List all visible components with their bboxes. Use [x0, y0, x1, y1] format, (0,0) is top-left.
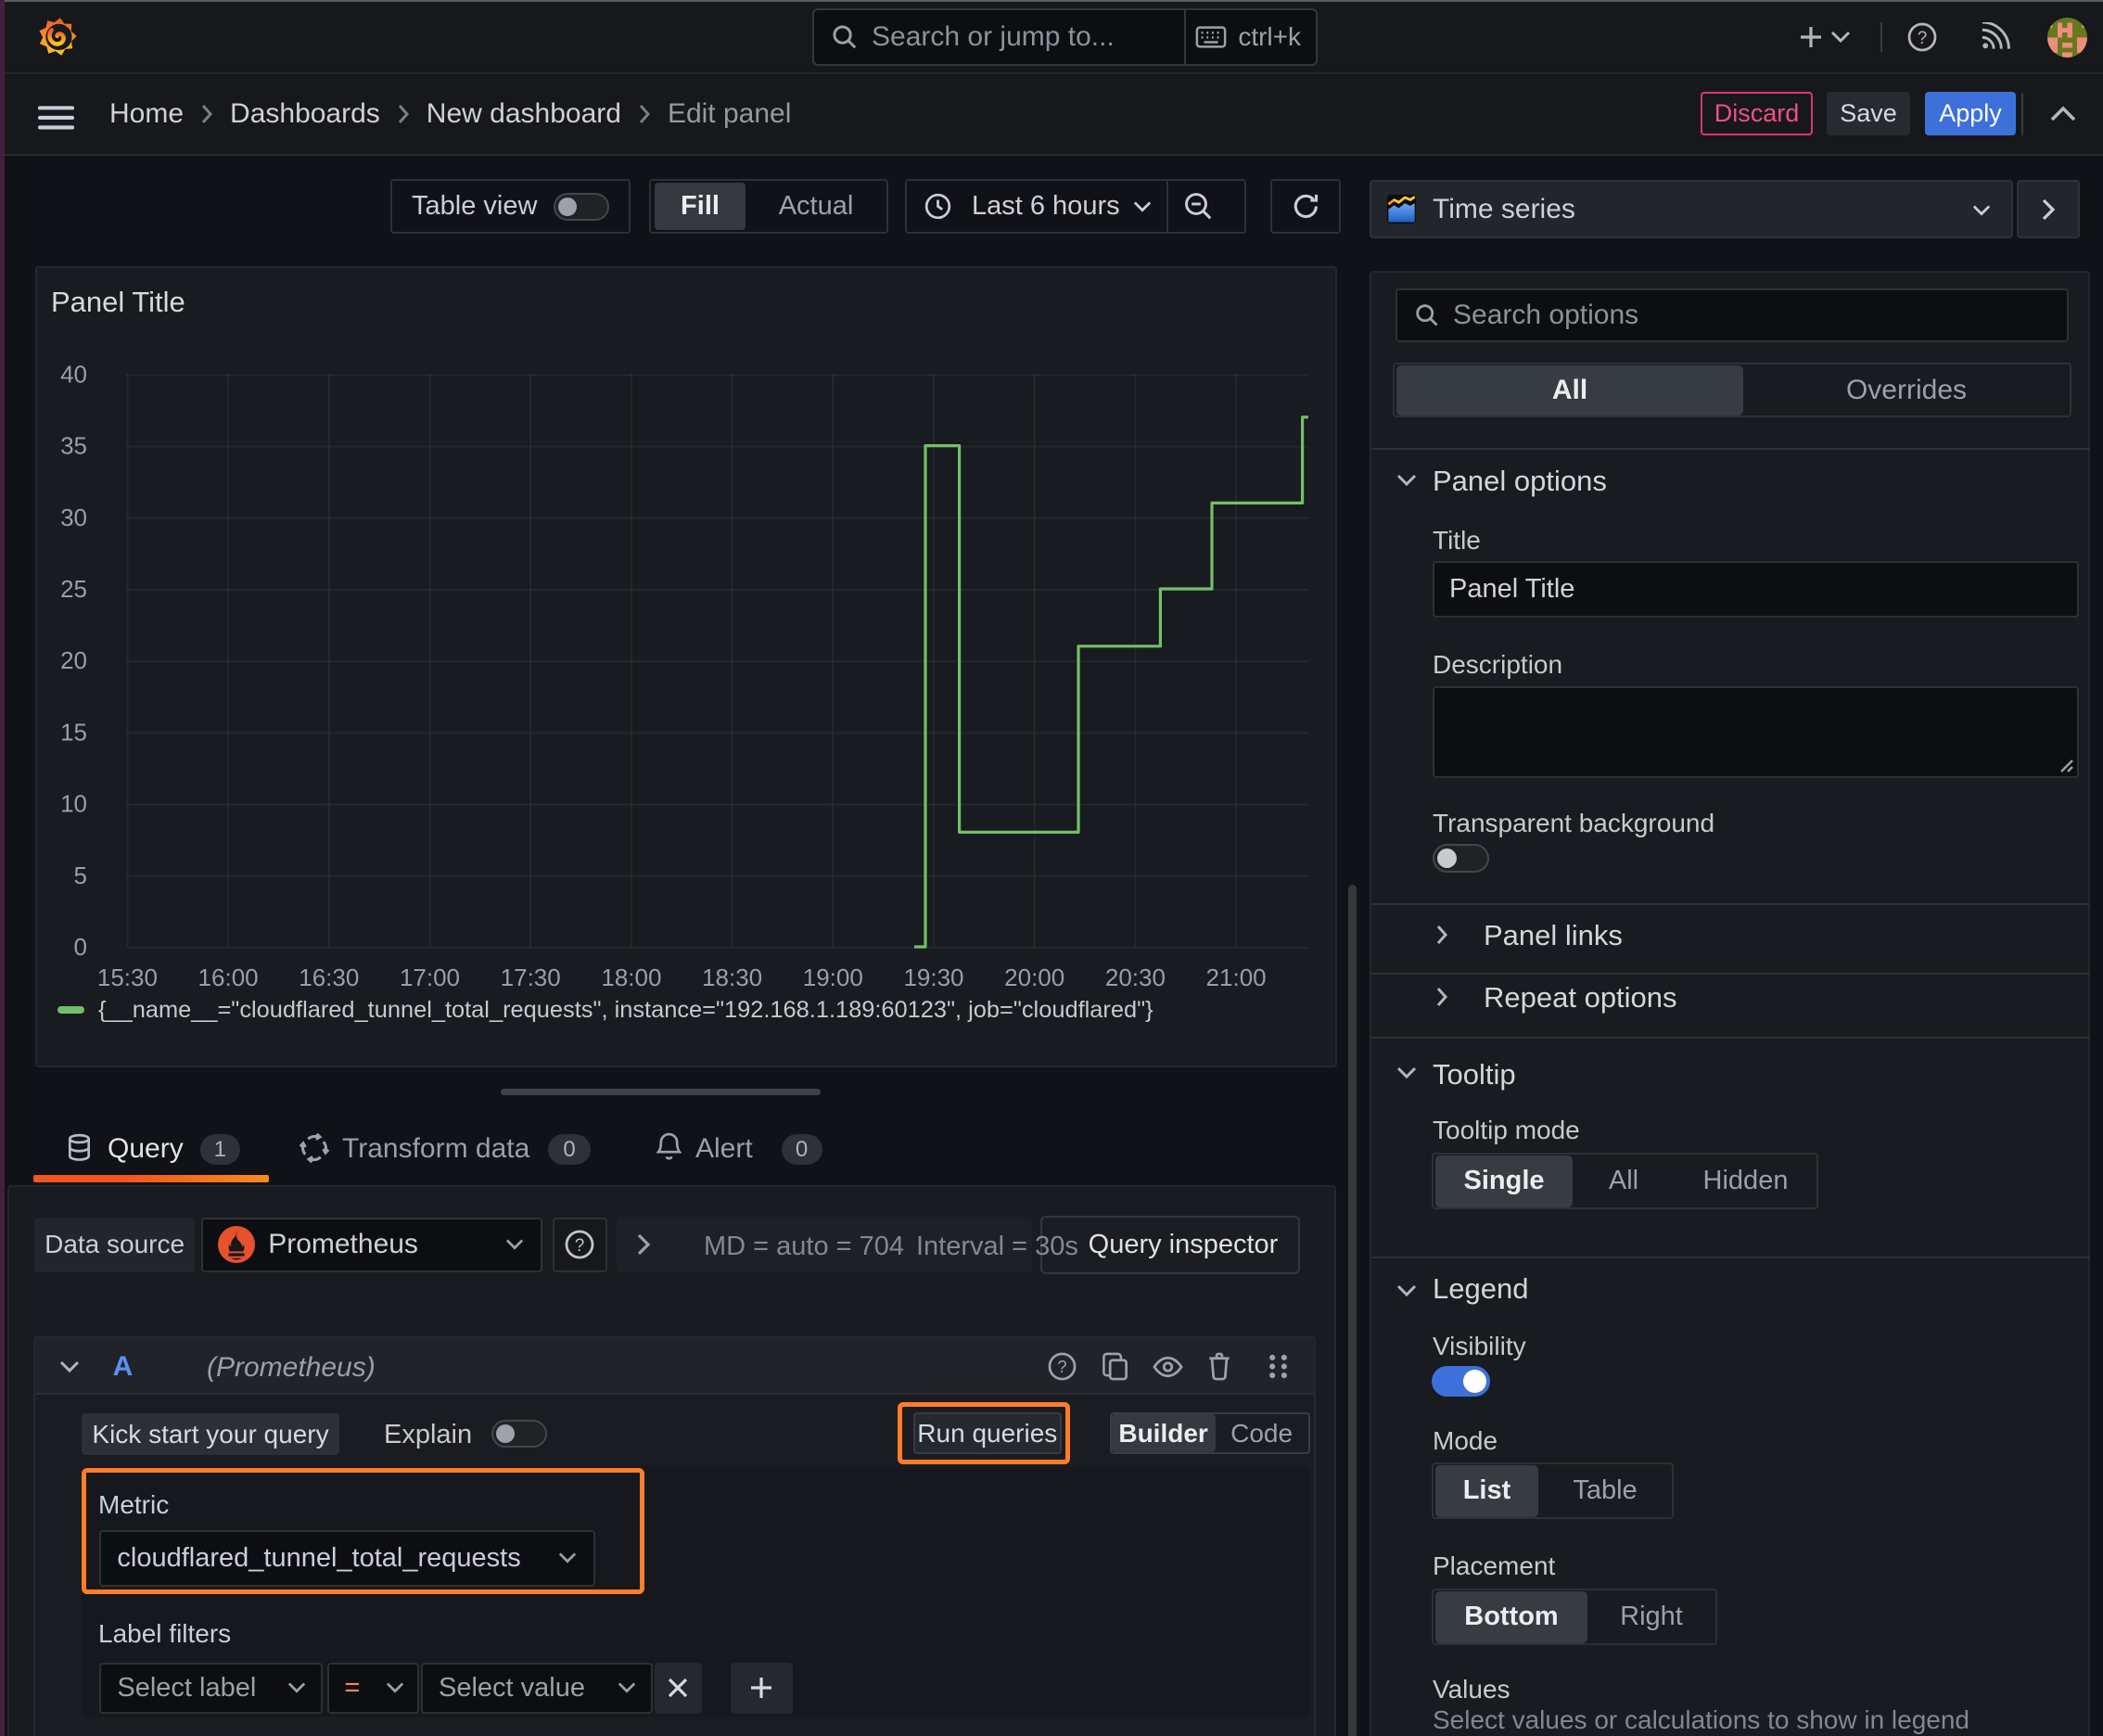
svg-text:15:30: 15:30: [97, 964, 158, 991]
svg-text:30: 30: [60, 504, 87, 531]
svg-text:5: 5: [74, 862, 87, 889]
svg-text:40: 40: [60, 360, 87, 388]
svg-text:17:00: 17:00: [400, 964, 460, 991]
svg-text:15: 15: [60, 718, 87, 746]
svg-text:20:30: 20:30: [1105, 964, 1166, 991]
svg-text:16:00: 16:00: [198, 964, 259, 991]
svg-text:?: ?: [1918, 29, 1928, 48]
svg-text:21:00: 21:00: [1206, 964, 1267, 991]
svg-text:20:00: 20:00: [1004, 964, 1064, 991]
svg-text:35: 35: [60, 432, 87, 460]
svg-text:19:30: 19:30: [903, 964, 963, 991]
svg-text:25: 25: [60, 575, 87, 603]
svg-text:19:00: 19:00: [803, 964, 863, 991]
svg-text:16:30: 16:30: [299, 964, 359, 991]
svg-text:17:30: 17:30: [501, 964, 561, 991]
svg-text:10: 10: [60, 790, 87, 818]
svg-text:18:30: 18:30: [702, 964, 762, 991]
svg-text:18:00: 18:00: [601, 964, 661, 991]
svg-text:20: 20: [60, 646, 87, 674]
svg-text:0: 0: [74, 933, 87, 961]
svg-text:?: ?: [1057, 1357, 1066, 1376]
svg-text:?: ?: [575, 1236, 585, 1256]
